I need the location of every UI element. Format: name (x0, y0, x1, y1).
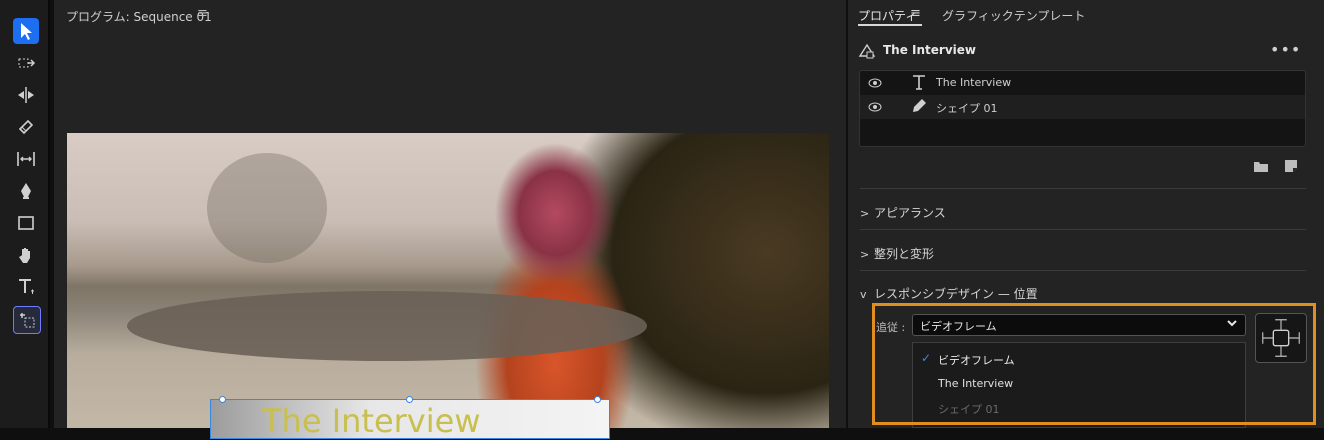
rectangle-tool-icon[interactable] (13, 210, 39, 236)
highlight-box (872, 303, 1316, 425)
program-monitor-title: プログラム: Sequence 01 (66, 10, 212, 24)
tab-menu-icon[interactable]: ≡ (910, 6, 921, 21)
section-appearance[interactable]: > アピアランス (860, 204, 946, 221)
tools-panel (0, 0, 50, 428)
section-divider (860, 229, 1306, 230)
section-divider (860, 188, 1306, 189)
selection-tool-icon[interactable] (13, 18, 39, 44)
layer-row[interactable]: シェイプ 01 (860, 95, 1305, 119)
new-layer-icon[interactable] (1284, 159, 1298, 173)
chevron-right-icon: > (860, 248, 870, 261)
layer-row[interactable]: The Interview (860, 71, 1305, 95)
background-trees (207, 153, 327, 263)
selected-object-title: The Interview (883, 43, 977, 57)
active-tab-underline (858, 24, 922, 26)
razor-tool-icon[interactable] (13, 114, 39, 140)
tab-graphic-templates[interactable]: グラフィックテンプレート (942, 7, 1085, 24)
type-tool-icon[interactable] (13, 274, 39, 300)
skate-bowl (127, 291, 647, 361)
layer-name: シェイプ 01 (936, 102, 998, 115)
shape-pen-icon (913, 99, 926, 112)
section-divider (860, 270, 1306, 271)
more-options-icon[interactable]: ••• (1270, 40, 1301, 59)
layers-list: The Interview シェイプ 01 (859, 70, 1306, 147)
hand-tool-icon[interactable] (13, 242, 39, 268)
responsive-pin-tool-icon[interactable] (13, 306, 41, 334)
text-layer-icon (913, 75, 925, 90)
monitor-menu-icon[interactable]: ≡ (197, 6, 208, 21)
visibility-eye-icon[interactable] (868, 76, 882, 90)
overlay-title-text[interactable]: The Interview (262, 402, 480, 440)
chevron-down-icon: v (860, 288, 867, 301)
layer-name: The Interview (936, 76, 1012, 89)
new-group-folder-icon[interactable] (1254, 160, 1268, 172)
section-responsive-design-position[interactable]: v レスポンシブデザイン — 位置 (860, 285, 1038, 302)
bounding-box-handle[interactable] (594, 396, 601, 403)
track-select-tool-icon[interactable] (13, 50, 39, 76)
bounding-box-handle[interactable] (219, 396, 226, 403)
slip-tool-icon[interactable] (13, 146, 39, 172)
visibility-eye-icon[interactable] (868, 100, 882, 114)
ripple-edit-tool-icon[interactable] (13, 82, 39, 108)
graphic-object-icon (858, 43, 876, 59)
pen-tool-icon[interactable] (13, 178, 39, 204)
section-align-transform[interactable]: > 整列と変形 (860, 245, 934, 262)
video-frame (67, 133, 829, 428)
tab-properties[interactable]: プロパティ (858, 7, 917, 24)
chevron-right-icon: > (860, 207, 870, 220)
